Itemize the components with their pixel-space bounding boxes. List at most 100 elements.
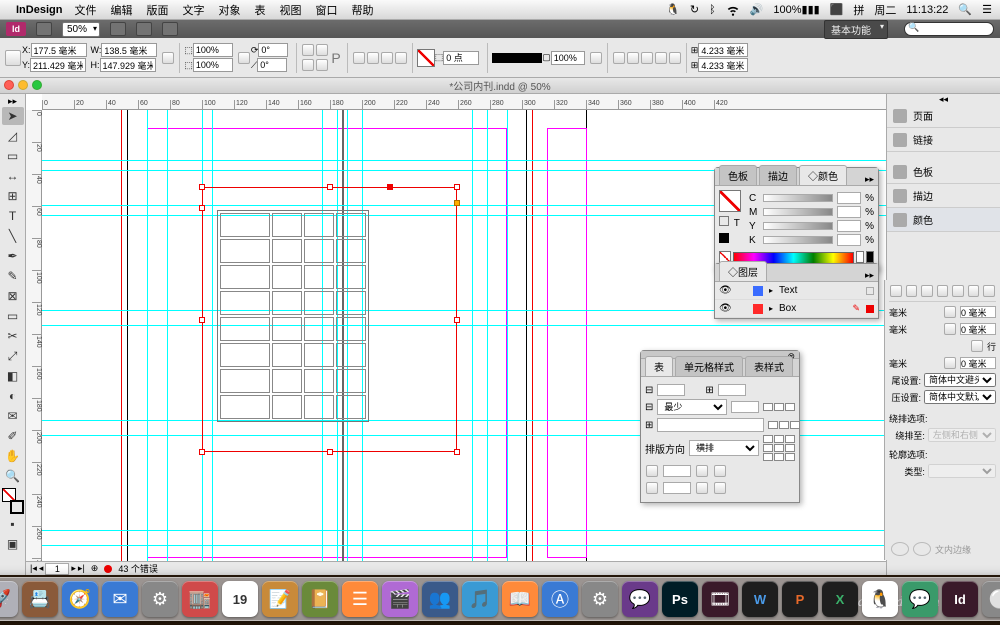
notification-center-icon[interactable]: ☰ xyxy=(982,3,992,16)
scale-y-field[interactable]: ⬚ xyxy=(184,58,233,72)
rectangle-frame-tool[interactable]: ⊠ xyxy=(2,287,24,305)
x-field[interactable]: X: xyxy=(22,43,87,57)
layer-visibility-icon[interactable]: 👁 xyxy=(719,303,731,314)
preflight-error-icon[interactable] xyxy=(104,565,112,573)
inset-bottom-input[interactable] xyxy=(663,482,691,494)
dock-app-11[interactable]: 🎬 xyxy=(382,581,418,617)
dock-app-12[interactable]: 👥 xyxy=(422,581,458,617)
dock-pages[interactable]: 页面 xyxy=(887,104,1000,128)
menu-help[interactable]: 帮助 xyxy=(351,2,373,18)
dock-collapse-icon[interactable]: ◂◂ xyxy=(939,94,948,104)
page-number-field[interactable] xyxy=(45,563,69,575)
cellw-field[interactable]: ⊞ xyxy=(691,43,749,57)
y-field[interactable]: Y: xyxy=(22,58,87,72)
rotate-ccw-icon[interactable] xyxy=(302,59,314,71)
row-height-mode[interactable]: 最少 xyxy=(657,399,727,415)
layer-select-indicator[interactable] xyxy=(866,305,874,313)
align-away-spine-icon[interactable] xyxy=(983,285,995,297)
dock-app-6[interactable]: 🏬 xyxy=(182,581,218,617)
dock-app-9[interactable]: 📔 xyxy=(302,581,338,617)
dock-app-16[interactable]: ⚙ xyxy=(582,581,618,617)
horizontal-ruler[interactable]: 0204060801001201401601802002202402602803… xyxy=(42,94,886,110)
page-tool[interactable]: ▭ xyxy=(2,147,24,165)
view-options-icon[interactable] xyxy=(110,22,126,36)
text-wrap-next-icon[interactable] xyxy=(669,52,681,64)
pencil-tool[interactable]: ✎ xyxy=(2,267,24,285)
magenta-slider[interactable] xyxy=(763,208,833,216)
yellow-input[interactable] xyxy=(837,220,861,232)
text-wrap-none-icon[interactable] xyxy=(613,52,625,64)
selection-tool[interactable]: ➤ xyxy=(2,107,24,125)
yellow-slider[interactable] xyxy=(763,222,833,230)
dock-app-24[interactable]: 💬 xyxy=(902,581,938,617)
open-preflight-icon[interactable]: ⊕ xyxy=(91,563,99,574)
prev-page-button[interactable]: ◂ xyxy=(39,563,44,574)
col-width-input[interactable] xyxy=(657,418,764,432)
menu-file[interactable]: 文件 xyxy=(74,2,96,18)
flip-v-icon[interactable] xyxy=(316,59,328,71)
text-wrap-shape-icon[interactable] xyxy=(641,52,653,64)
bluetooth-icon[interactable]: ᛒ xyxy=(709,4,716,16)
layer-visibility-icon[interactable]: 👁 xyxy=(719,285,731,296)
wifi-icon[interactable] xyxy=(726,3,740,17)
select-content-icon[interactable] xyxy=(367,52,379,64)
table-object[interactable] xyxy=(217,210,369,422)
arrange-docs-icon[interactable] xyxy=(162,22,178,36)
dock-app-20[interactable]: W xyxy=(742,581,778,617)
dock-app-5[interactable]: ⚙ xyxy=(142,581,178,617)
close-window-button[interactable] xyxy=(4,80,14,90)
dock-app-17[interactable]: 💬 xyxy=(622,581,658,617)
first-page-button[interactable]: |◂ xyxy=(30,563,37,574)
layer-row-box[interactable]: 👁 ▸ Box ✎ xyxy=(715,300,878,318)
vertical-ruler[interactable]: 020406080100120140160180200220240260280 xyxy=(26,110,42,561)
screen-mode-tool[interactable]: ▣ xyxy=(2,535,24,553)
dock-app-3[interactable]: 🧭 xyxy=(62,581,98,617)
gap-tool[interactable]: ↔ xyxy=(2,167,24,185)
text-rotate-180-icon[interactable] xyxy=(696,482,708,494)
layer-disclosure-icon[interactable]: ▸ xyxy=(769,286,773,295)
inset-top-input[interactable] xyxy=(663,465,691,477)
apply-color-icon[interactable]: ▪ xyxy=(2,515,24,533)
shear-field[interactable]: ⟋ xyxy=(251,58,289,72)
dock-app-13[interactable]: 🎵 xyxy=(462,581,498,617)
text-rotate-270-icon[interactable] xyxy=(714,482,726,494)
layer-select-indicator[interactable] xyxy=(866,287,874,295)
mojikumi-select[interactable]: 简体中文默认值 xyxy=(924,390,996,404)
constrain-scale-icon[interactable] xyxy=(238,52,250,64)
text-rotate-0-icon[interactable] xyxy=(696,465,708,477)
fill-swatch[interactable] xyxy=(417,49,435,67)
layers-tab[interactable]: ◇图层 xyxy=(719,261,767,281)
menu-type[interactable]: 文字 xyxy=(182,2,204,18)
flip-h-icon[interactable] xyxy=(316,44,328,56)
zoom-window-button[interactable] xyxy=(32,80,42,90)
cell-align-middle-icon[interactable] xyxy=(768,421,800,429)
battery-indicator[interactable]: 100% ▮▮▮ xyxy=(773,3,819,16)
dock-app-22[interactable]: X xyxy=(822,581,858,617)
text-rotate-90-icon[interactable] xyxy=(714,465,726,477)
dock-app-8[interactable]: 📝 xyxy=(262,581,298,617)
menubar-sync-icon[interactable]: ↻ xyxy=(690,3,699,16)
select-next-icon[interactable] xyxy=(395,52,407,64)
cellh-field[interactable]: ⊞ xyxy=(691,58,749,72)
cell-styles-tab[interactable]: 单元格样式 xyxy=(675,356,743,376)
w-field[interactable]: W: xyxy=(91,43,158,57)
constrain-wh-icon[interactable] xyxy=(162,52,174,64)
last-line-indent-input[interactable] xyxy=(960,323,996,335)
layer-name[interactable]: Box xyxy=(779,303,796,314)
menu-view[interactable]: 视图 xyxy=(279,2,301,18)
rotate-field[interactable]: ⟳ xyxy=(251,43,289,57)
dock-app-14[interactable]: 📖 xyxy=(502,581,538,617)
layer-disclosure-icon[interactable]: ▸ xyxy=(769,304,773,313)
dock-app-15[interactable]: Ⓐ xyxy=(542,581,578,617)
menu-window[interactable]: 窗口 xyxy=(315,2,337,18)
fx-icon[interactable] xyxy=(590,52,602,64)
color-type-text-icon[interactable]: T xyxy=(734,218,740,229)
color-fill-stroke-icon[interactable] xyxy=(719,190,741,212)
opacity-field[interactable]: ▢ xyxy=(542,51,585,65)
color-tab-swatches[interactable]: 色板 xyxy=(719,165,757,185)
menu-edit[interactable]: 编辑 xyxy=(110,2,132,18)
dock-app-19[interactable]: 🎞 xyxy=(702,581,738,617)
black-input[interactable] xyxy=(837,234,861,246)
table-styles-tab[interactable]: 表样式 xyxy=(745,356,793,376)
last-page-button[interactable]: ▸| xyxy=(78,563,85,574)
